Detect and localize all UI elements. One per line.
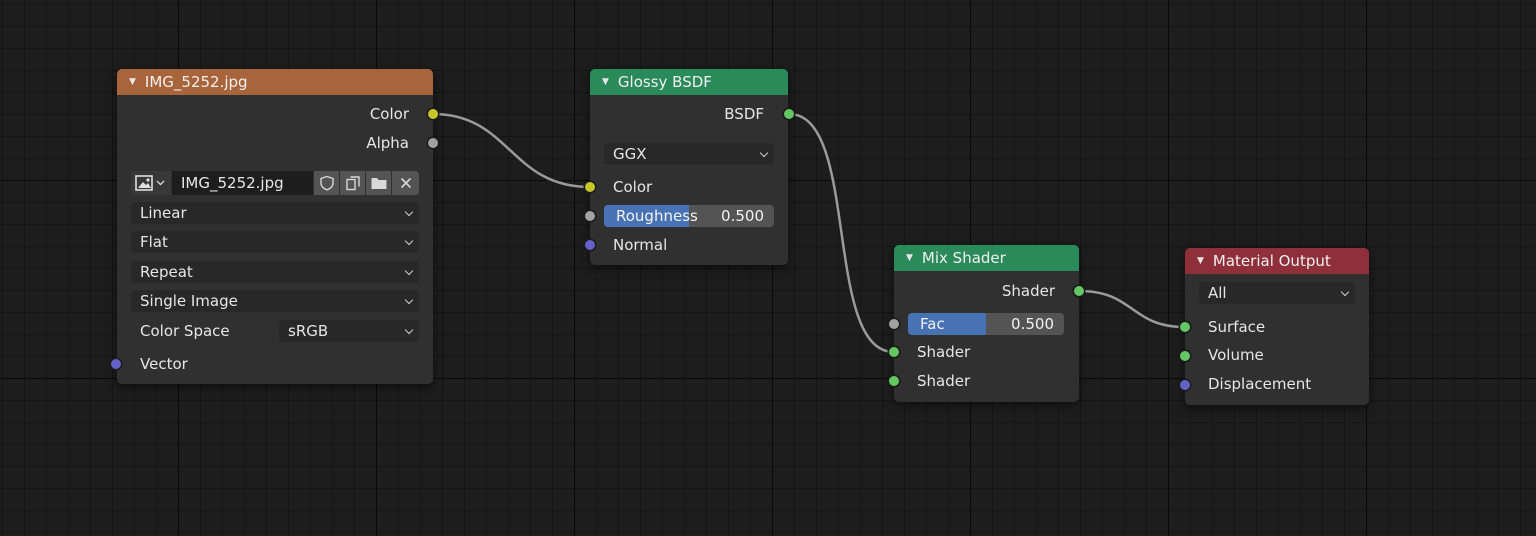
collapse-triangle-icon[interactable]: ▼ bbox=[906, 253, 913, 263]
chevron-down-icon bbox=[759, 148, 769, 158]
source-dropdown[interactable]: Single Image bbox=[131, 290, 419, 312]
link-color-to-glossy-color[interactable] bbox=[432, 111, 591, 190]
socket-output-volume-input[interactable] bbox=[1180, 351, 1190, 361]
socket-glossy-bsdf-output[interactable] bbox=[784, 109, 794, 119]
socket-mix-shader1-input[interactable] bbox=[889, 347, 899, 357]
fac-value: 0.500 bbox=[1011, 315, 1054, 333]
image-browse-button[interactable] bbox=[131, 171, 171, 195]
node-title: Material Output bbox=[1212, 252, 1331, 270]
projection-dropdown[interactable]: Flat bbox=[131, 231, 419, 253]
open-image-button[interactable] bbox=[366, 171, 391, 195]
input-shader-1-label: Shader bbox=[917, 343, 971, 361]
folder-icon bbox=[371, 178, 386, 189]
projection-value: Flat bbox=[140, 233, 168, 251]
socket-image-vector-input[interactable] bbox=[111, 359, 121, 369]
socket-output-displacement-input[interactable] bbox=[1180, 380, 1190, 390]
output-alpha-label: Alpha bbox=[366, 134, 409, 152]
collapse-triangle-icon[interactable]: ▼ bbox=[602, 77, 609, 87]
color-space-dropdown[interactable]: sRGB bbox=[279, 320, 419, 342]
fac-label: Fac bbox=[920, 315, 945, 333]
roughness-value: 0.500 bbox=[721, 207, 764, 225]
socket-output-surface-input[interactable] bbox=[1180, 322, 1190, 332]
chevron-down-icon bbox=[404, 295, 414, 305]
socket-glossy-normal-input[interactable] bbox=[585, 240, 595, 250]
link-bsdf-to-mix-shader[interactable] bbox=[788, 111, 895, 355]
chevron-down-icon bbox=[404, 266, 414, 276]
input-displacement-label: Displacement bbox=[1208, 375, 1312, 393]
distribution-value: GGX bbox=[613, 145, 647, 163]
input-vector-label: Vector bbox=[140, 355, 188, 373]
image-icon bbox=[135, 175, 165, 191]
node-header[interactable]: ▼ IMG_5252.jpg bbox=[117, 69, 433, 95]
output-shader-label: Shader bbox=[1001, 282, 1055, 300]
output-color-label: Color bbox=[369, 105, 409, 123]
extension-dropdown[interactable]: Repeat bbox=[131, 261, 419, 283]
mix-shader-node[interactable]: ▼ Mix Shader Shader Fac 0.500 Shader Sha… bbox=[894, 245, 1079, 402]
node-title: Glossy BSDF bbox=[617, 73, 712, 91]
target-value: All bbox=[1208, 284, 1227, 302]
socket-mix-shader-output[interactable] bbox=[1074, 286, 1084, 296]
link-mix-to-surface[interactable] bbox=[1078, 288, 1186, 330]
shield-icon bbox=[319, 175, 334, 191]
input-volume-label: Volume bbox=[1208, 346, 1264, 364]
material-output-node[interactable]: ▼ Material Output All Surface Volume Dis… bbox=[1185, 248, 1369, 405]
collapse-triangle-icon[interactable]: ▼ bbox=[1197, 256, 1204, 266]
chevron-down-icon bbox=[404, 236, 414, 246]
image-texture-node[interactable]: ▼ IMG_5252.jpg Color Alpha IMG_5252.jpg bbox=[117, 69, 433, 384]
duplicate-icon bbox=[345, 176, 360, 191]
close-icon bbox=[400, 177, 411, 189]
interpolation-value: Linear bbox=[140, 204, 187, 222]
interpolation-dropdown[interactable]: Linear bbox=[131, 202, 419, 224]
distribution-dropdown[interactable]: GGX bbox=[604, 143, 774, 165]
input-normal-label: Normal bbox=[613, 236, 668, 254]
glossy-bsdf-node[interactable]: ▼ Glossy BSDF BSDF GGX Color Roughness 0… bbox=[590, 69, 788, 265]
extension-value: Repeat bbox=[140, 263, 193, 281]
socket-image-color-output[interactable] bbox=[428, 109, 438, 119]
socket-mix-shader2-input[interactable] bbox=[889, 376, 899, 386]
output-bsdf-label: BSDF bbox=[724, 105, 764, 123]
duplicate-image-button[interactable] bbox=[340, 171, 365, 195]
input-shader-2-label: Shader bbox=[917, 372, 971, 390]
color-space-label: Color Space bbox=[140, 322, 230, 340]
target-dropdown[interactable]: All bbox=[1199, 282, 1355, 304]
fake-user-button[interactable] bbox=[314, 171, 339, 195]
image-selector: IMG_5252.jpg bbox=[131, 171, 419, 195]
socket-glossy-color-input[interactable] bbox=[585, 182, 595, 192]
fac-slider[interactable]: Fac 0.500 bbox=[908, 313, 1064, 335]
chevron-down-icon bbox=[404, 207, 414, 217]
node-title: IMG_5252.jpg bbox=[144, 73, 248, 91]
source-value: Single Image bbox=[140, 292, 238, 310]
roughness-slider[interactable]: Roughness 0.500 bbox=[604, 205, 774, 227]
unlink-image-button[interactable] bbox=[392, 171, 419, 195]
socket-image-alpha-output[interactable] bbox=[428, 138, 438, 148]
roughness-label: Roughness bbox=[616, 207, 698, 225]
node-header[interactable]: ▼ Glossy BSDF bbox=[590, 69, 788, 95]
chevron-down-icon bbox=[1340, 287, 1350, 297]
input-surface-label: Surface bbox=[1208, 318, 1266, 336]
collapse-triangle-icon[interactable]: ▼ bbox=[129, 77, 136, 87]
socket-mix-fac-input[interactable] bbox=[889, 319, 899, 329]
chevron-down-icon bbox=[404, 325, 414, 335]
image-name-field[interactable]: IMG_5252.jpg bbox=[172, 171, 313, 195]
color-space-value: sRGB bbox=[288, 322, 329, 340]
node-title: Mix Shader bbox=[921, 249, 1006, 267]
socket-glossy-roughness-input[interactable] bbox=[585, 211, 595, 221]
node-header[interactable]: ▼ Material Output bbox=[1185, 248, 1369, 274]
node-header[interactable]: ▼ Mix Shader bbox=[894, 245, 1079, 271]
input-color-label: Color bbox=[613, 178, 653, 196]
